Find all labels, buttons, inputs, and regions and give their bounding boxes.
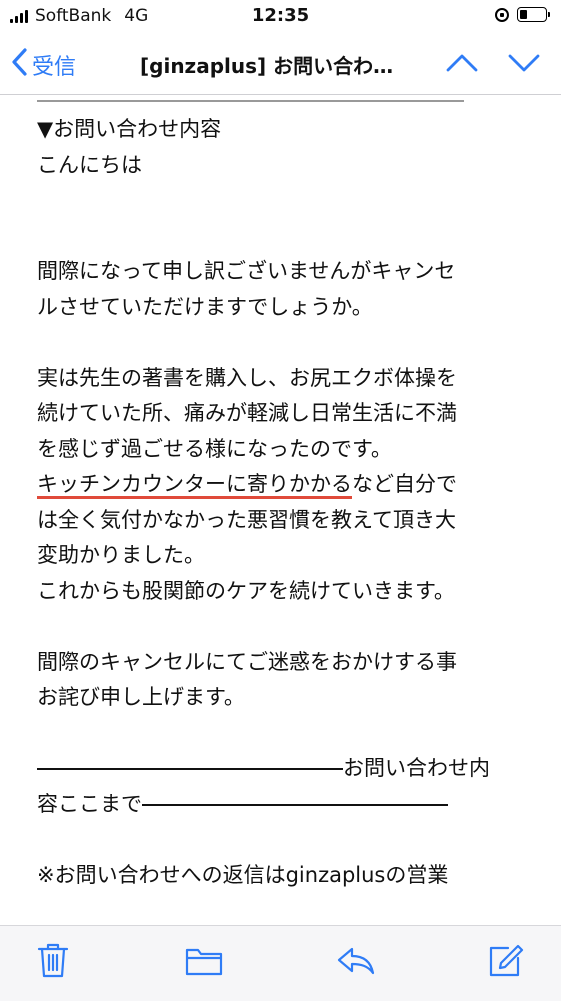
body-line: ※お問い合わせへの返信はginzaplusの営業 xyxy=(37,862,449,887)
body-line: 続けていた所、痛みが軽減し日常生活に不満 xyxy=(37,401,457,425)
body-line: これからも股関節のケアを続けていきます。 xyxy=(37,578,455,603)
folder-icon[interactable] xyxy=(185,946,223,980)
body-text: お問い合わせ内 xyxy=(343,756,490,780)
greeting-line: こんにちは xyxy=(37,152,142,177)
body-line: 間際のキャンセルにてご迷惑をおかけする事 xyxy=(37,649,457,674)
back-label: 受信 xyxy=(32,55,77,80)
trash-icon[interactable] xyxy=(37,942,69,982)
clock: 12:35 xyxy=(251,5,310,26)
body-line: 実は先生の著書を購入し、お尻エクボ体操を xyxy=(37,365,457,390)
bottom-toolbar xyxy=(0,925,561,1001)
message-navigation xyxy=(445,52,541,78)
body-line: ルさせていただけますでしょうか。 xyxy=(37,294,373,319)
mail-body: ▼お問い合わせ内容 こんにちは 間際になって申し訳ございませんがキャンセ ルさせ… xyxy=(37,100,537,924)
status-right xyxy=(495,7,550,22)
orientation-lock-icon xyxy=(495,7,509,22)
body-line: お詫び申し上げます。 xyxy=(37,685,245,709)
highlighted-phrase: キッチンカウンターに寄りかかる xyxy=(37,472,352,499)
chevron-up-icon[interactable] xyxy=(445,52,479,78)
battery-fill xyxy=(520,10,527,19)
separator-line xyxy=(37,768,343,770)
separator-line xyxy=(37,100,464,102)
body-text: 容ここまで xyxy=(37,791,142,816)
mail-nav-bar: 受信 [ginzaplus] お問い合わ… xyxy=(0,36,561,95)
compose-icon[interactable] xyxy=(488,944,524,982)
reply-icon[interactable] xyxy=(336,946,376,980)
inquiry-heading: ▼お問い合わせ内容 xyxy=(37,117,222,141)
back-button[interactable]: 受信 xyxy=(10,47,76,83)
body-text: など自分で xyxy=(352,472,457,496)
chevron-left-icon xyxy=(10,47,28,83)
chevron-down-icon[interactable] xyxy=(507,52,541,78)
mail-subject-title: [ginzaplus] お問い合わ… xyxy=(140,54,394,78)
body-line: は全く気付かなかった悪習慣を教えて頂き大 xyxy=(37,507,456,532)
body-line: 間際になって申し訳ございませんがキャンセ xyxy=(37,259,456,283)
footer-line: 容ここまで xyxy=(37,787,537,823)
body-line: キッチンカウンターに寄りかかるなど自分で xyxy=(37,467,537,503)
battery-icon xyxy=(517,7,550,22)
body-line: 変助かりました。 xyxy=(37,543,205,567)
status-bar: SoftBank 4G 12:35 xyxy=(0,0,561,36)
footer-line: お問い合わせ内 xyxy=(37,751,537,787)
separator-line xyxy=(142,803,448,806)
body-line: を感じず過ごせる様になったのです。 xyxy=(37,436,392,461)
